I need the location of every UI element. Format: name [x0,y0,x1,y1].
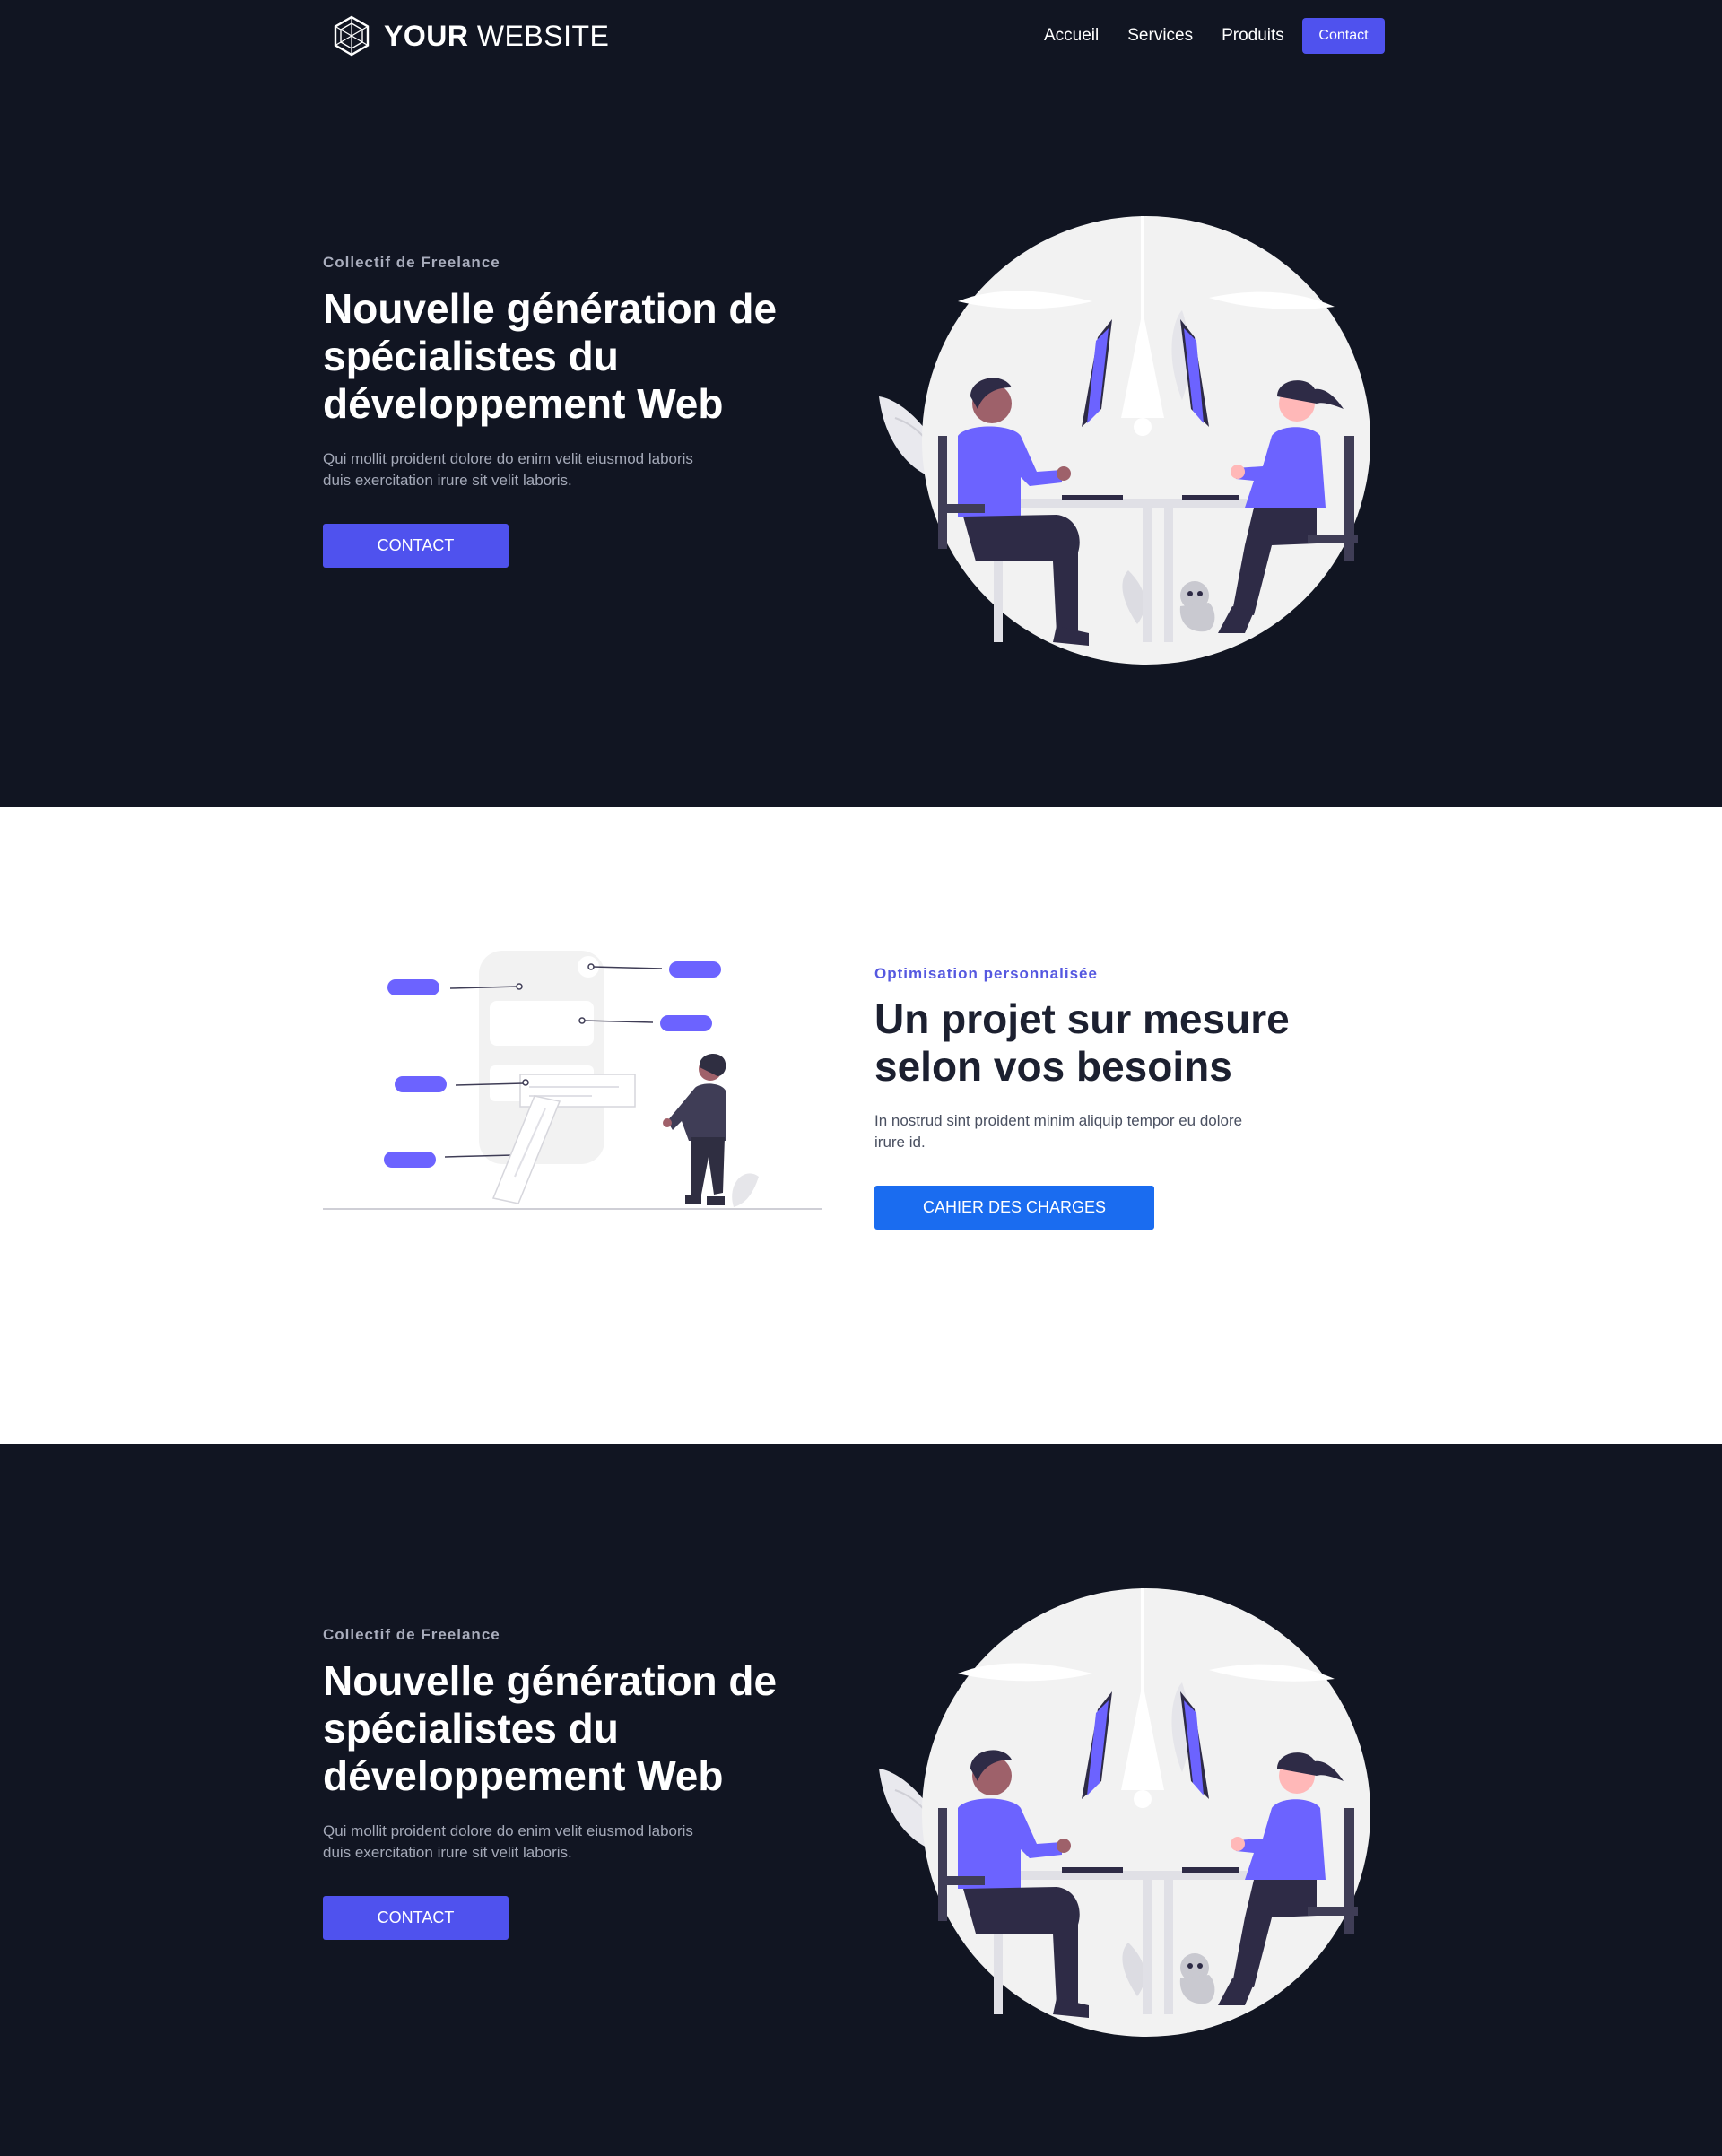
site-logo[interactable]: YOUR WEBSITE [330,14,609,57]
logo-text-bold: YOUR [384,19,469,52]
nav-contact-button[interactable]: Contact [1302,18,1385,54]
hero-repeat-contact-button[interactable]: CONTACT [323,1896,509,1940]
nav-links: Accueil Services Produits [1044,0,1313,72]
hero-illustration [879,216,1370,665]
hero-contact-button[interactable]: CONTACT [323,524,509,568]
logo-text-light: WEBSITE [476,19,610,52]
top-navbar: YOUR WEBSITE Accueil Services Produits C… [0,0,1722,72]
project-illustration [323,951,822,1210]
logo-text: YOUR WEBSITE [384,20,609,53]
page: YOUR WEBSITE Accueil Services Produits C… [0,0,1722,2156]
nav-link-services[interactable]: Services [1127,26,1193,46]
hero-section: Collectif de Freelance Nouvelle générati… [0,72,1722,807]
nav-link-accueil[interactable]: Accueil [1044,26,1099,46]
nav-link-produits[interactable]: Produits [1222,26,1284,46]
project-section: Optimisation personnalisée Un projet sur… [0,807,1722,1444]
project-eyebrow: Optimisation personnalisée [874,965,1098,982]
project-title: Un projet sur mesure selon vos besoins [874,995,1290,1090]
hero-title: Nouvelle génération de spécialistes du d… [323,285,778,427]
hero-repeat-title: Nouvelle génération de spécialistes du d… [323,1657,778,1799]
hero-repeat-text: Qui mollit proident dolore do enim velit… [323,1822,693,1861]
hero-section-repeat: Collectif de Freelance Nouvelle générati… [0,1444,1722,2156]
logo-hexagon-icon [334,15,370,57]
project-text: In nostrud sint proident minim aliquip t… [874,1112,1243,1151]
hero-repeat-illustration [879,1588,1370,2037]
hero-repeat-eyebrow: Collectif de Freelance [323,1626,500,1643]
hero-text: Qui mollit proident dolore do enim velit… [323,450,693,489]
hero-eyebrow: Collectif de Freelance [323,254,500,271]
cahier-des-charges-button[interactable]: CAHIER DES CHARGES [874,1186,1154,1230]
